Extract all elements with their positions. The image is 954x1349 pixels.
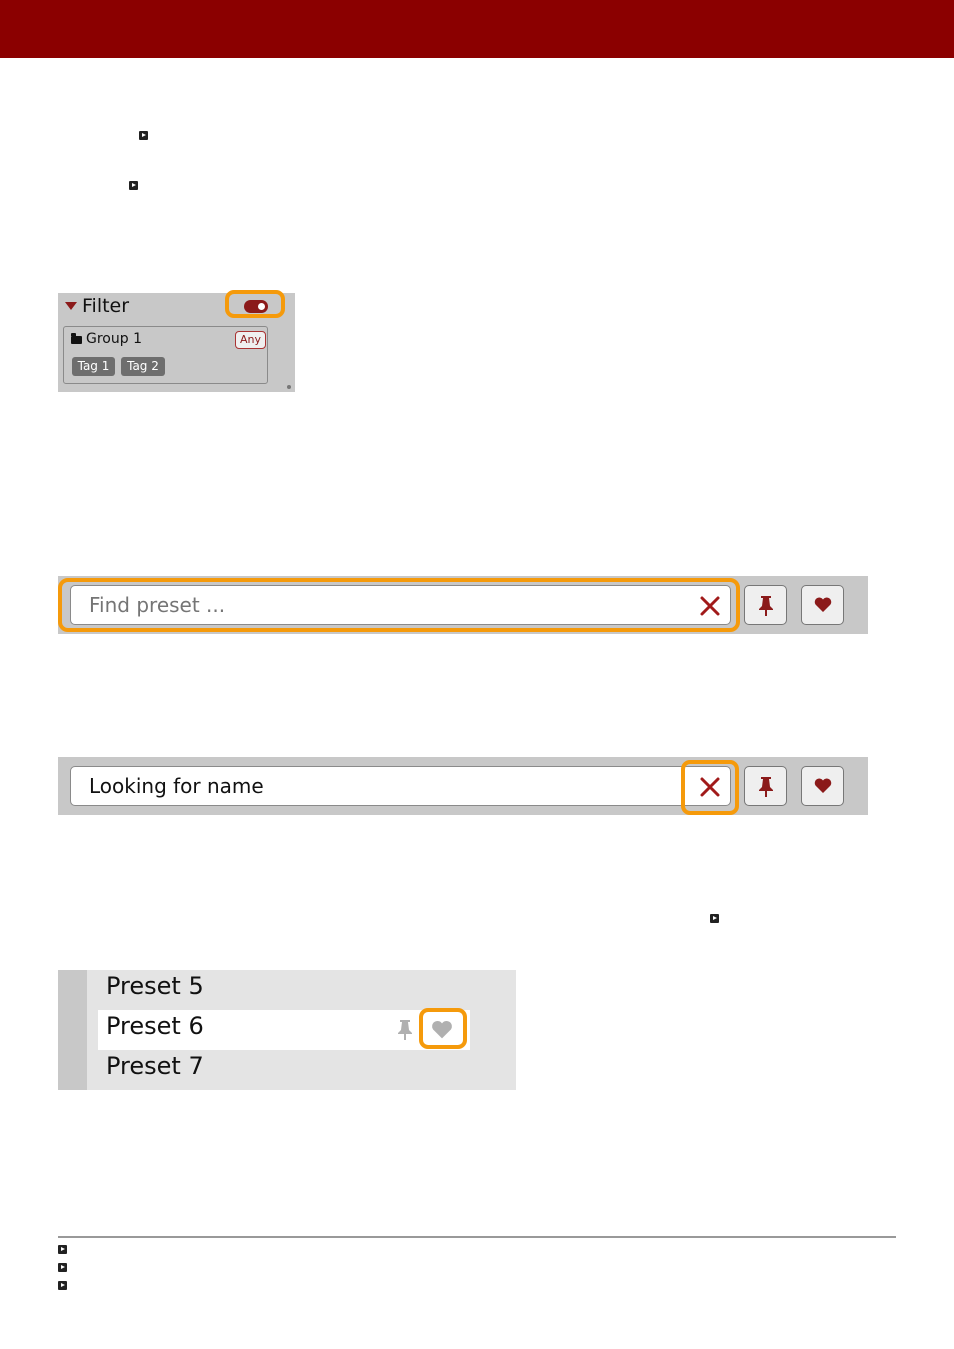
preset-name: Preset 5 — [106, 972, 204, 1000]
group-label: Group 1 — [86, 331, 142, 347]
play-icon[interactable] — [58, 1263, 67, 1272]
preset-name: Preset 6 — [106, 1012, 204, 1040]
heart-icon — [814, 597, 832, 612]
list-item-selected[interactable]: Preset 6 — [98, 1010, 470, 1050]
preset-name: Preset 7 — [106, 1052, 204, 1080]
filter-panel: Filter Group 1 Any Tag 1 Tag 2 — [58, 290, 295, 392]
heart-icon — [814, 778, 832, 793]
pin-filter-button[interactable] — [744, 585, 787, 625]
pin-icon[interactable] — [395, 1018, 415, 1042]
clear-highlight — [681, 760, 739, 815]
pin-icon — [759, 777, 773, 797]
tag-chip[interactable]: Tag 2 — [121, 357, 165, 376]
play-icon[interactable] — [129, 181, 138, 190]
search-bar-empty — [58, 576, 868, 634]
play-icon[interactable] — [58, 1281, 67, 1290]
resize-handle[interactable] — [287, 385, 291, 389]
folder-icon — [71, 333, 82, 344]
favorite-filter-button[interactable] — [801, 585, 844, 625]
search-bar-filled: Looking for name — [58, 757, 868, 815]
list-item[interactable]: Preset 7 — [98, 1050, 470, 1090]
collapse-caret-icon[interactable] — [65, 302, 77, 310]
list-item[interactable]: Preset 5 — [98, 970, 470, 1010]
header-bar — [0, 0, 954, 58]
match-mode-button[interactable]: Any — [235, 331, 266, 349]
tag-chip[interactable]: Tag 1 — [72, 357, 115, 376]
search-input[interactable]: Looking for name — [70, 766, 731, 806]
filter-group: Group 1 Any Tag 1 Tag 2 — [63, 326, 268, 384]
pin-filter-button[interactable] — [744, 766, 787, 806]
play-icon[interactable] — [710, 914, 719, 923]
heart-highlight — [419, 1008, 467, 1049]
play-icon[interactable] — [139, 131, 148, 140]
play-icon[interactable] — [58, 1245, 67, 1254]
search-highlight — [58, 578, 740, 632]
favorite-filter-button[interactable] — [801, 766, 844, 806]
pin-icon — [759, 596, 773, 616]
footer-rule — [58, 1236, 896, 1238]
toggle-highlight — [225, 290, 285, 318]
filter-title: Filter — [82, 295, 130, 317]
list-gutter — [58, 970, 87, 1090]
